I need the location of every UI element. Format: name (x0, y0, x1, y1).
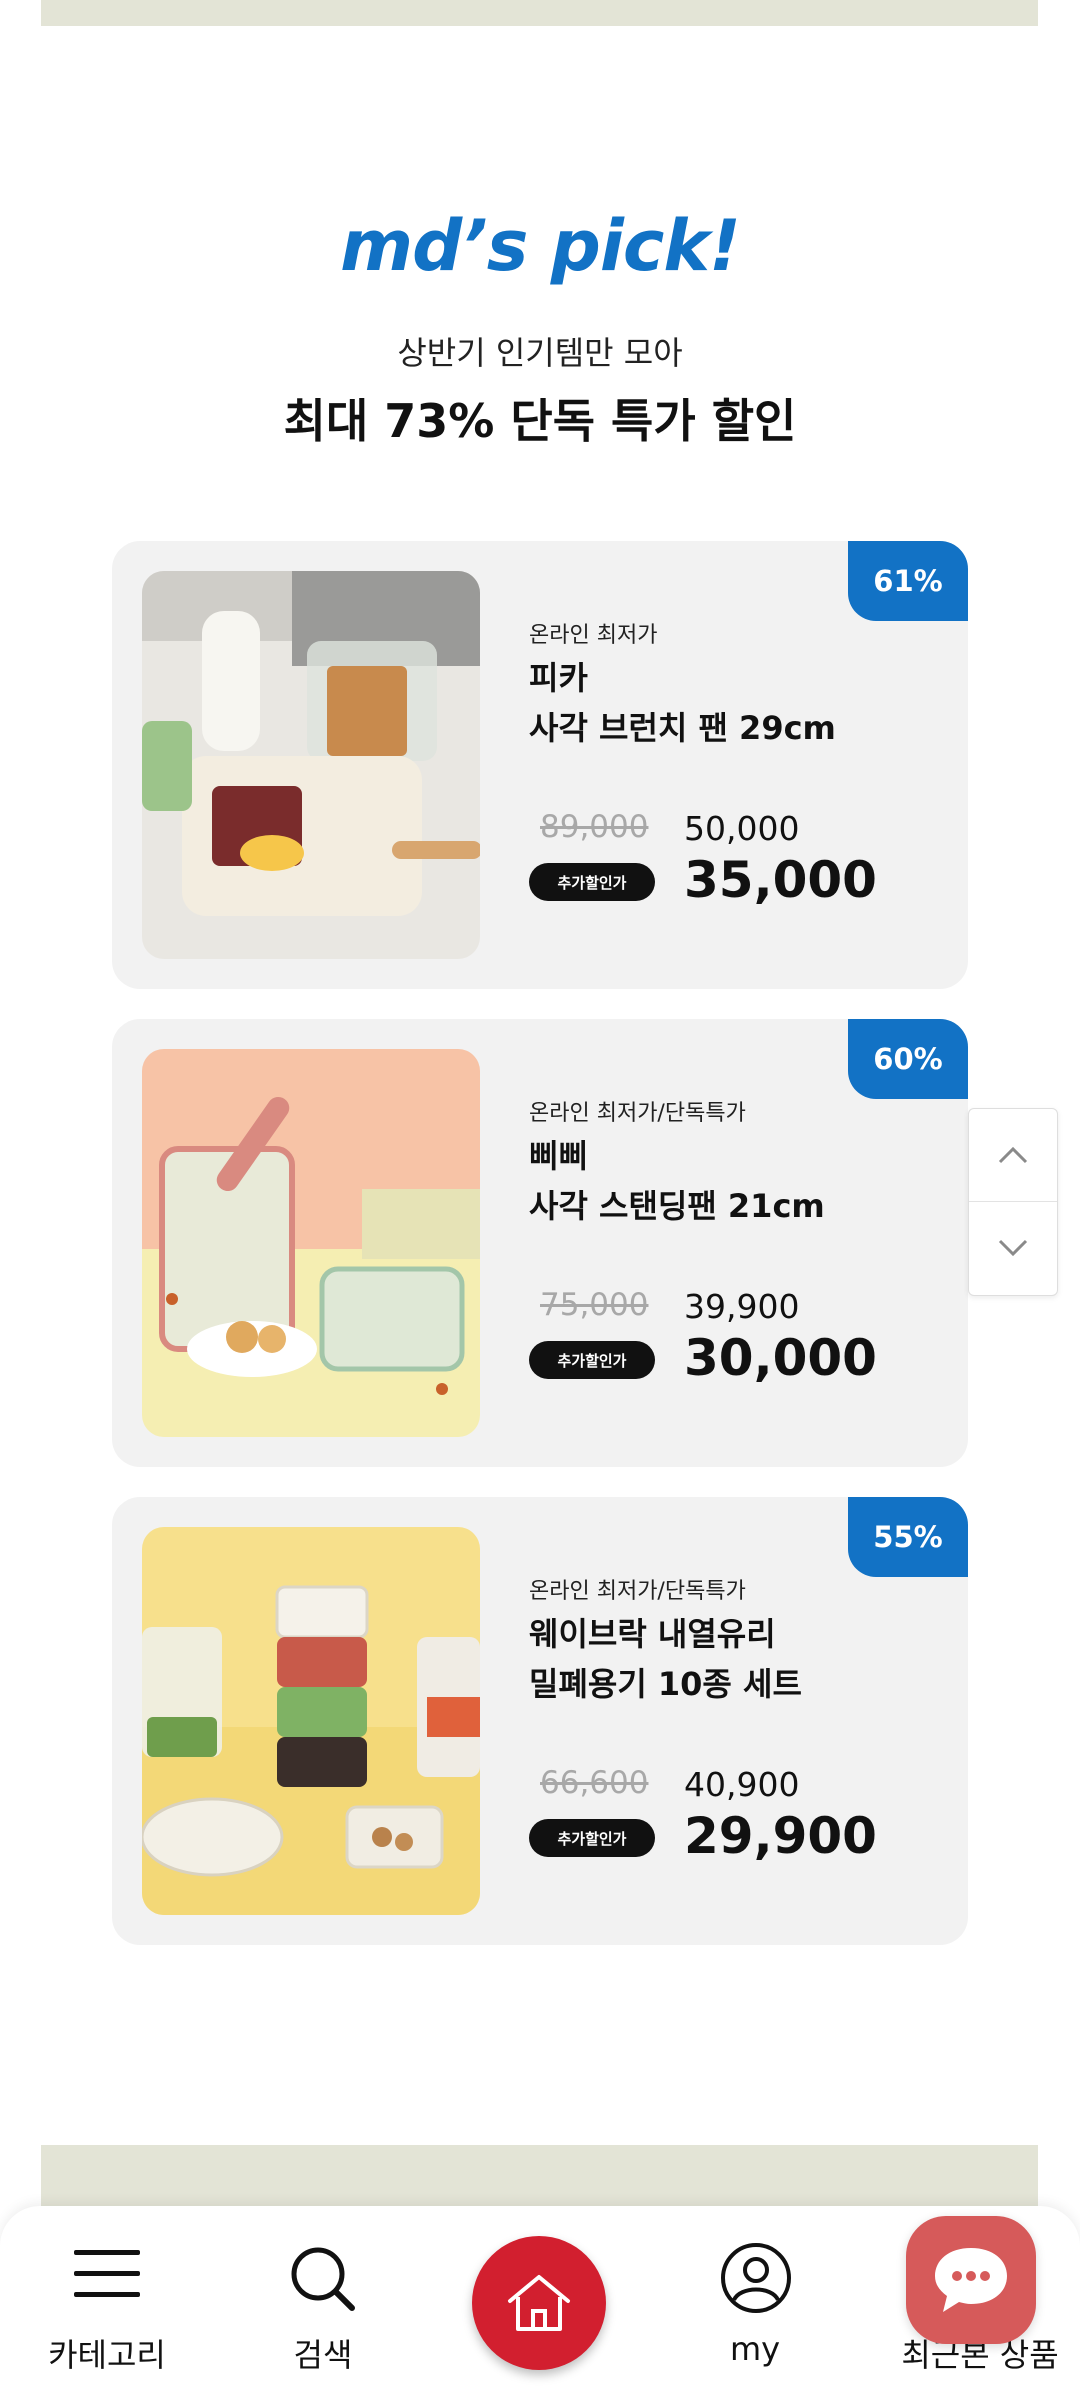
product-title: 밀폐용기 10종 세트 (529, 1665, 802, 1703)
nav-category-label: 카테고리 (48, 2336, 166, 2374)
final-price: 29,900 (684, 1807, 877, 1865)
product-card[interactable]: 61% 온라인 최저가 피카 사각 브런치 팬 29cm 89,000 50,0… (112, 541, 968, 989)
product-brand: 삐삐 (529, 1137, 588, 1175)
product-name[interactable]: 삐삐 사각 스탠딩팬 21cm (529, 1131, 825, 1231)
chat-bubble-icon (935, 2248, 1007, 2312)
product-card[interactable]: 60% 온라인 최저가/단독특가 삐삐 사각 스탠딩팬 21cm 75,000 … (112, 1019, 968, 1467)
user-icon (721, 2243, 791, 2313)
nav-my-label: my (729, 2330, 781, 2368)
discount-badge: 60% (848, 1019, 968, 1099)
price-label: 온라인 최저가/단독특가 (529, 1579, 746, 1604)
nav-search-label: 검색 (293, 2336, 353, 2374)
extra-discount-tag: 추가할인가 (529, 1341, 655, 1379)
product-name[interactable]: 피카 사각 브런치 팬 29cm (529, 653, 836, 753)
discount-badge: 61% (848, 541, 968, 621)
nav-category[interactable]: 카테고리 (20, 2206, 194, 2402)
product-brand: 웨이브락 내열유리 (529, 1615, 776, 1653)
original-price: 66,600 (540, 1765, 649, 1801)
extra-discount-tag: 추가할인가 (529, 863, 655, 901)
scroll-control (968, 1108, 1058, 1296)
sale-price: 39,900 (684, 1287, 800, 1326)
extra-discount-tag: 추가할인가 (529, 1819, 655, 1857)
home-icon (508, 2275, 570, 2331)
section-subtitle: 상반기 인기템만 모아 (397, 334, 683, 372)
final-price: 30,000 (684, 1329, 877, 1387)
discount-badge: 55% (848, 1497, 968, 1577)
product-image[interactable] (142, 1049, 480, 1437)
original-price: 89,000 (540, 809, 649, 845)
nav-search[interactable]: 검색 (250, 2206, 396, 2402)
sale-price: 40,900 (684, 1765, 800, 1804)
final-price: 35,000 (684, 851, 877, 909)
nav-my[interactable]: my (680, 2206, 830, 2402)
section-headline: 최대 73% 단독 특가 할인 (283, 394, 797, 448)
section-title: md’s pick! (340, 205, 741, 287)
product-name[interactable]: 웨이브락 내열유리 밀폐용기 10종 세트 (529, 1609, 802, 1709)
scroll-down-button[interactable] (969, 1201, 1057, 1294)
price-label: 온라인 최저가 (529, 623, 658, 648)
menu-icon (74, 2250, 140, 2297)
product-brand: 피카 (529, 659, 588, 697)
chevron-down-icon (998, 1239, 1028, 1257)
price-label: 온라인 최저가/단독특가 (529, 1101, 746, 1126)
sale-price: 50,000 (684, 809, 800, 848)
chat-button[interactable] (906, 2216, 1036, 2344)
original-price: 75,000 (540, 1287, 649, 1323)
product-image[interactable] (142, 1527, 480, 1915)
chevron-up-icon (998, 1146, 1028, 1164)
product-card[interactable]: 55% 온라인 최저가/단독특가 웨이브락 내열유리 밀폐용기 10종 세트 6… (112, 1497, 968, 1945)
top-banner-band (41, 0, 1038, 26)
scroll-up-button[interactable] (969, 1109, 1057, 1201)
product-title: 사각 스탠딩팬 21cm (529, 1187, 825, 1225)
product-image[interactable] (142, 571, 480, 959)
search-icon (291, 2247, 355, 2311)
home-button[interactable] (472, 2236, 606, 2370)
product-title: 사각 브런치 팬 29cm (529, 709, 836, 747)
